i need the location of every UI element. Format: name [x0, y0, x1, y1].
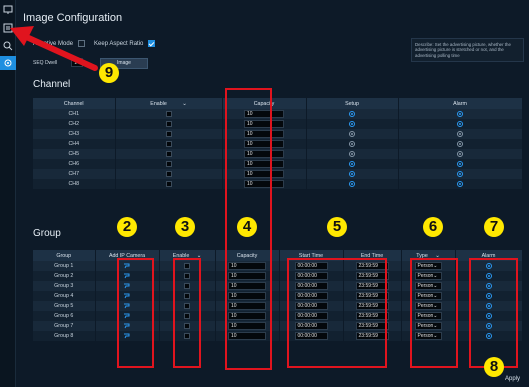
keep-aspect-checkbox[interactable]: [148, 40, 156, 47]
group-name: Group 5: [33, 301, 96, 311]
table-row: CH6 10: [33, 159, 523, 169]
highlight-alarm: [469, 258, 518, 368]
table-row: CH5 10: [33, 149, 523, 159]
alarm-gear-icon[interactable]: [457, 110, 463, 117]
callout-badge-4: 4: [237, 217, 257, 237]
channel-name: CH4: [33, 139, 116, 149]
chevron-down-icon: ⌄: [182, 100, 187, 107]
alarm-gear-icon[interactable]: [457, 140, 463, 147]
callout-badge-7: 7: [484, 217, 504, 237]
channel-table: Channel Enable ⌄ Capacity Setup Alarm CH…: [33, 98, 523, 189]
alarm-gear-icon[interactable]: [457, 120, 463, 127]
channel-enable-checkbox[interactable]: [165, 120, 172, 127]
setup-gear-icon[interactable]: [349, 180, 355, 187]
highlight-type: [410, 258, 458, 368]
setup-gear-icon[interactable]: [349, 120, 355, 127]
channel-name: CH6: [33, 159, 116, 169]
channel-col-header: Channel: [33, 98, 116, 109]
group-name: Group 3: [33, 281, 96, 291]
setup-gear-icon[interactable]: [349, 140, 355, 147]
setup-col-header: Setup: [306, 98, 399, 109]
group-col-header: Group: [33, 250, 96, 261]
description-box: Describe: Set the advertising picture, w…: [411, 38, 524, 62]
channel-enable-checkbox[interactable]: [165, 140, 172, 147]
setup-gear-icon[interactable]: [349, 130, 355, 137]
setup-gear-icon[interactable]: [349, 160, 355, 167]
channel-enable-checkbox[interactable]: [165, 160, 172, 167]
channel-enable-checkbox[interactable]: [165, 170, 172, 177]
table-row: CH1 10: [33, 109, 523, 119]
table-row: CH2 10: [33, 119, 523, 129]
channel-enable-checkbox[interactable]: [165, 130, 172, 137]
group-name: Group 7: [33, 321, 96, 331]
setup-gear-icon[interactable]: [349, 150, 355, 157]
channel-enable-checkbox[interactable]: [165, 180, 172, 187]
table-row: CH4 10: [33, 139, 523, 149]
arrow-icon: [10, 26, 98, 71]
callout-badge-8: 8: [484, 357, 504, 377]
enable-col-header[interactable]: Enable ⌄: [115, 98, 223, 109]
highlight-enable: [173, 258, 201, 368]
channel-name: CH3: [33, 129, 116, 139]
table-row: CH7 10: [33, 169, 523, 179]
table-row: CH3 10: [33, 129, 523, 139]
table-row: CH8 10: [33, 179, 523, 189]
alarm-gear-icon[interactable]: [457, 160, 463, 167]
channel-name: CH8: [33, 179, 116, 189]
alarm-gear-icon[interactable]: [457, 180, 463, 187]
channel-name: CH1: [33, 109, 116, 119]
callout-badge-6: 6: [423, 217, 443, 237]
channel-name: CH7: [33, 169, 116, 179]
channel-name: CH5: [33, 149, 116, 159]
callout-badge-2: 2: [117, 217, 137, 237]
apply-button[interactable]: Apply: [505, 376, 520, 382]
group-name: Group 1: [33, 261, 96, 271]
channel-enable-checkbox[interactable]: [165, 150, 172, 157]
group-name: Group 2: [33, 271, 96, 281]
setup-gear-icon[interactable]: [349, 110, 355, 117]
callout-badge-3: 3: [175, 217, 195, 237]
group-section-title: Group: [33, 228, 61, 239]
callout-badge-5: 5: [327, 217, 347, 237]
channel-name: CH2: [33, 119, 116, 129]
channel-enable-checkbox[interactable]: [165, 110, 172, 117]
group-name: Group 6: [33, 311, 96, 321]
alarm-gear-icon[interactable]: [457, 130, 463, 137]
highlight-time: [287, 258, 387, 368]
highlight-add-ip-camera: [117, 258, 154, 368]
alarm-gear-icon[interactable]: [457, 150, 463, 157]
group-name: Group 4: [33, 291, 96, 301]
setup-gear-icon[interactable]: [349, 170, 355, 177]
alarm-gear-icon[interactable]: [457, 170, 463, 177]
group-name: Group 8: [33, 331, 96, 341]
alarm-col-header: Alarm: [398, 98, 523, 109]
